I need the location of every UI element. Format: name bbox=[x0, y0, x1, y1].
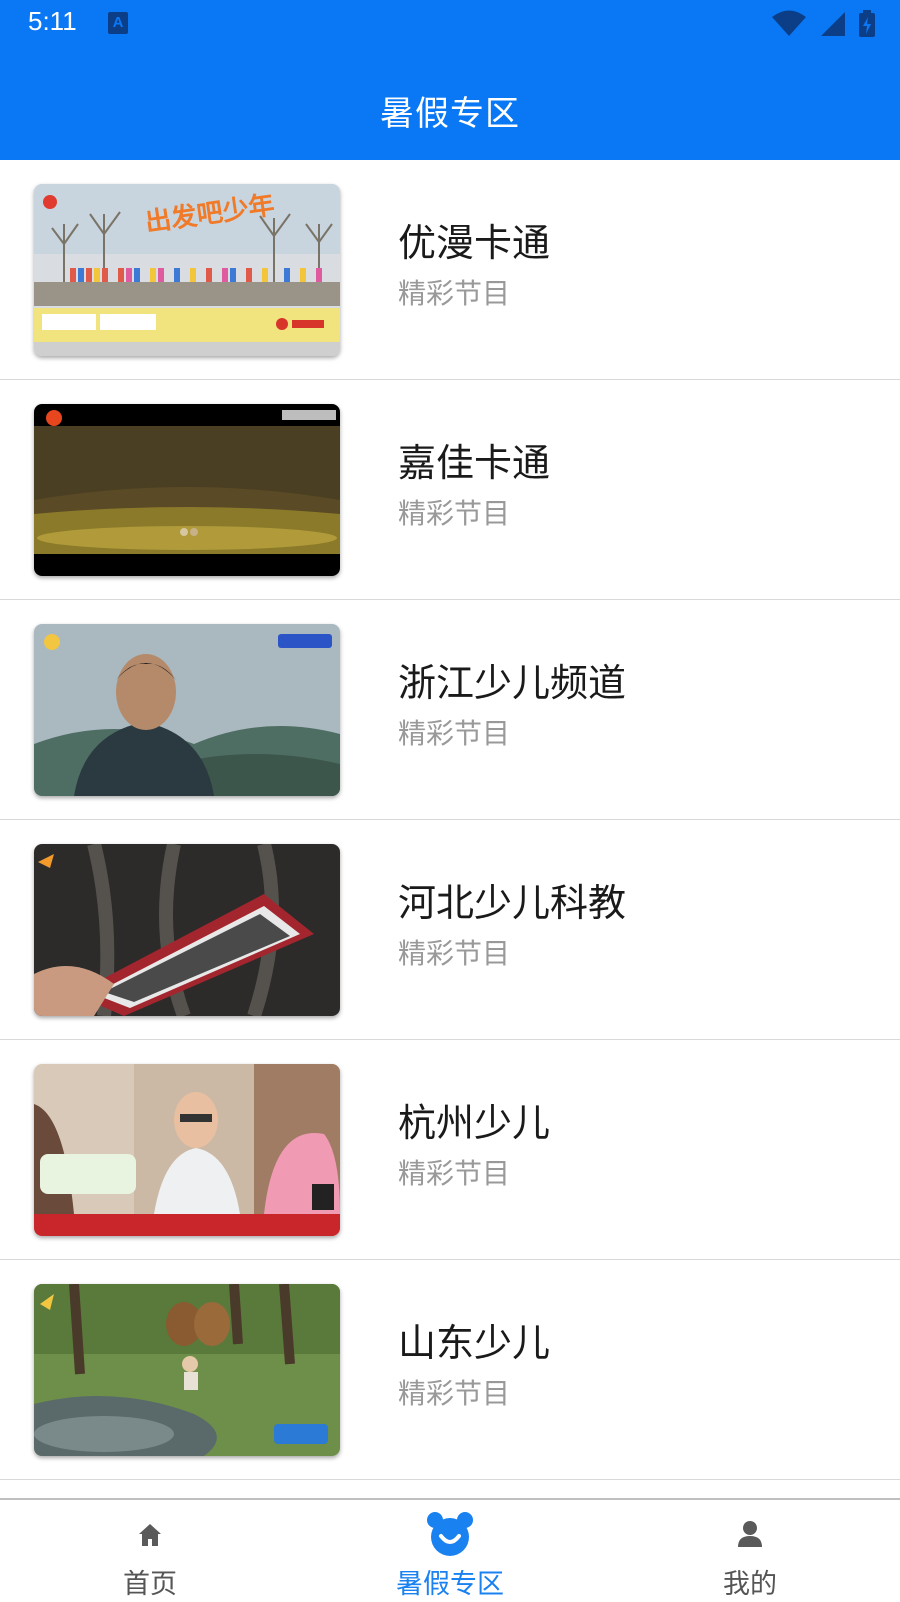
channel-thumbnail bbox=[34, 1064, 340, 1236]
page-title: 暑假专区 bbox=[380, 94, 520, 134]
channel-title: 浙江少儿频道 bbox=[398, 661, 627, 705]
list-item[interactable]: 山东少儿 精彩节目 bbox=[0, 1260, 900, 1480]
bottom-nav: 首页 暑假专区 我的 bbox=[0, 1498, 900, 1602]
notification-a-icon: A bbox=[108, 12, 128, 34]
channel-title: 杭州少儿 bbox=[398, 1101, 551, 1145]
list-item[interactable]: 杭州少儿 精彩节目 bbox=[0, 1040, 900, 1260]
person-icon bbox=[600, 1512, 900, 1560]
home-icon bbox=[0, 1512, 300, 1560]
signal-icon bbox=[820, 12, 845, 36]
channel-thumbnail bbox=[34, 624, 340, 796]
nav-mine[interactable]: 我的 bbox=[600, 1500, 900, 1602]
channel-subtitle: 精彩节目 bbox=[398, 277, 511, 310]
nav-summer-label: 暑假专区 bbox=[396, 1569, 504, 1600]
channel-subtitle: 精彩节目 bbox=[398, 497, 511, 530]
channel-subtitle: 精彩节目 bbox=[398, 717, 511, 750]
channel-thumbnail bbox=[34, 404, 340, 576]
channel-thumbnail: 出发吧少年 bbox=[34, 184, 340, 356]
nav-home-label: 首页 bbox=[123, 1569, 177, 1600]
channel-title: 山东少儿 bbox=[398, 1321, 551, 1365]
channel-thumbnail bbox=[34, 1284, 340, 1456]
nav-home[interactable]: 首页 bbox=[0, 1500, 300, 1602]
list-item[interactable]: 嘉佳卡通 精彩节目 bbox=[0, 380, 900, 600]
wifi-icon bbox=[771, 10, 806, 36]
channel-title: 河北少儿科教 bbox=[398, 881, 627, 925]
channel-thumbnail bbox=[34, 844, 340, 1016]
nav-mine-label: 我的 bbox=[723, 1569, 777, 1600]
app-bar: 5:11 A 暑假专区 bbox=[0, 0, 900, 160]
battery-icon bbox=[859, 10, 875, 37]
status-icons bbox=[764, 10, 876, 38]
channel-title: 嘉佳卡通 bbox=[398, 441, 551, 485]
list-item[interactable]: 出发吧少年 优漫卡通 精彩节目 bbox=[0, 160, 900, 380]
bear-icon bbox=[300, 1512, 600, 1560]
channel-subtitle: 精彩节目 bbox=[398, 1377, 511, 1410]
channel-subtitle: 精彩节目 bbox=[398, 1157, 511, 1190]
channel-title: 优漫卡通 bbox=[398, 221, 551, 265]
list-item[interactable]: 河北少儿科教 精彩节目 bbox=[0, 820, 900, 1040]
channel-list: 出发吧少年 优漫卡通 精彩节目 嘉佳卡通 精彩节目 浙江少儿频道 精彩节目 河北… bbox=[0, 160, 900, 1480]
nav-summer-zone[interactable]: 暑假专区 bbox=[300, 1500, 600, 1602]
channel-subtitle: 精彩节目 bbox=[398, 937, 511, 970]
status-bar: 5:11 A bbox=[0, 0, 900, 50]
status-time: 5:11 bbox=[28, 6, 77, 36]
list-item[interactable]: 浙江少儿频道 精彩节目 bbox=[0, 600, 900, 820]
